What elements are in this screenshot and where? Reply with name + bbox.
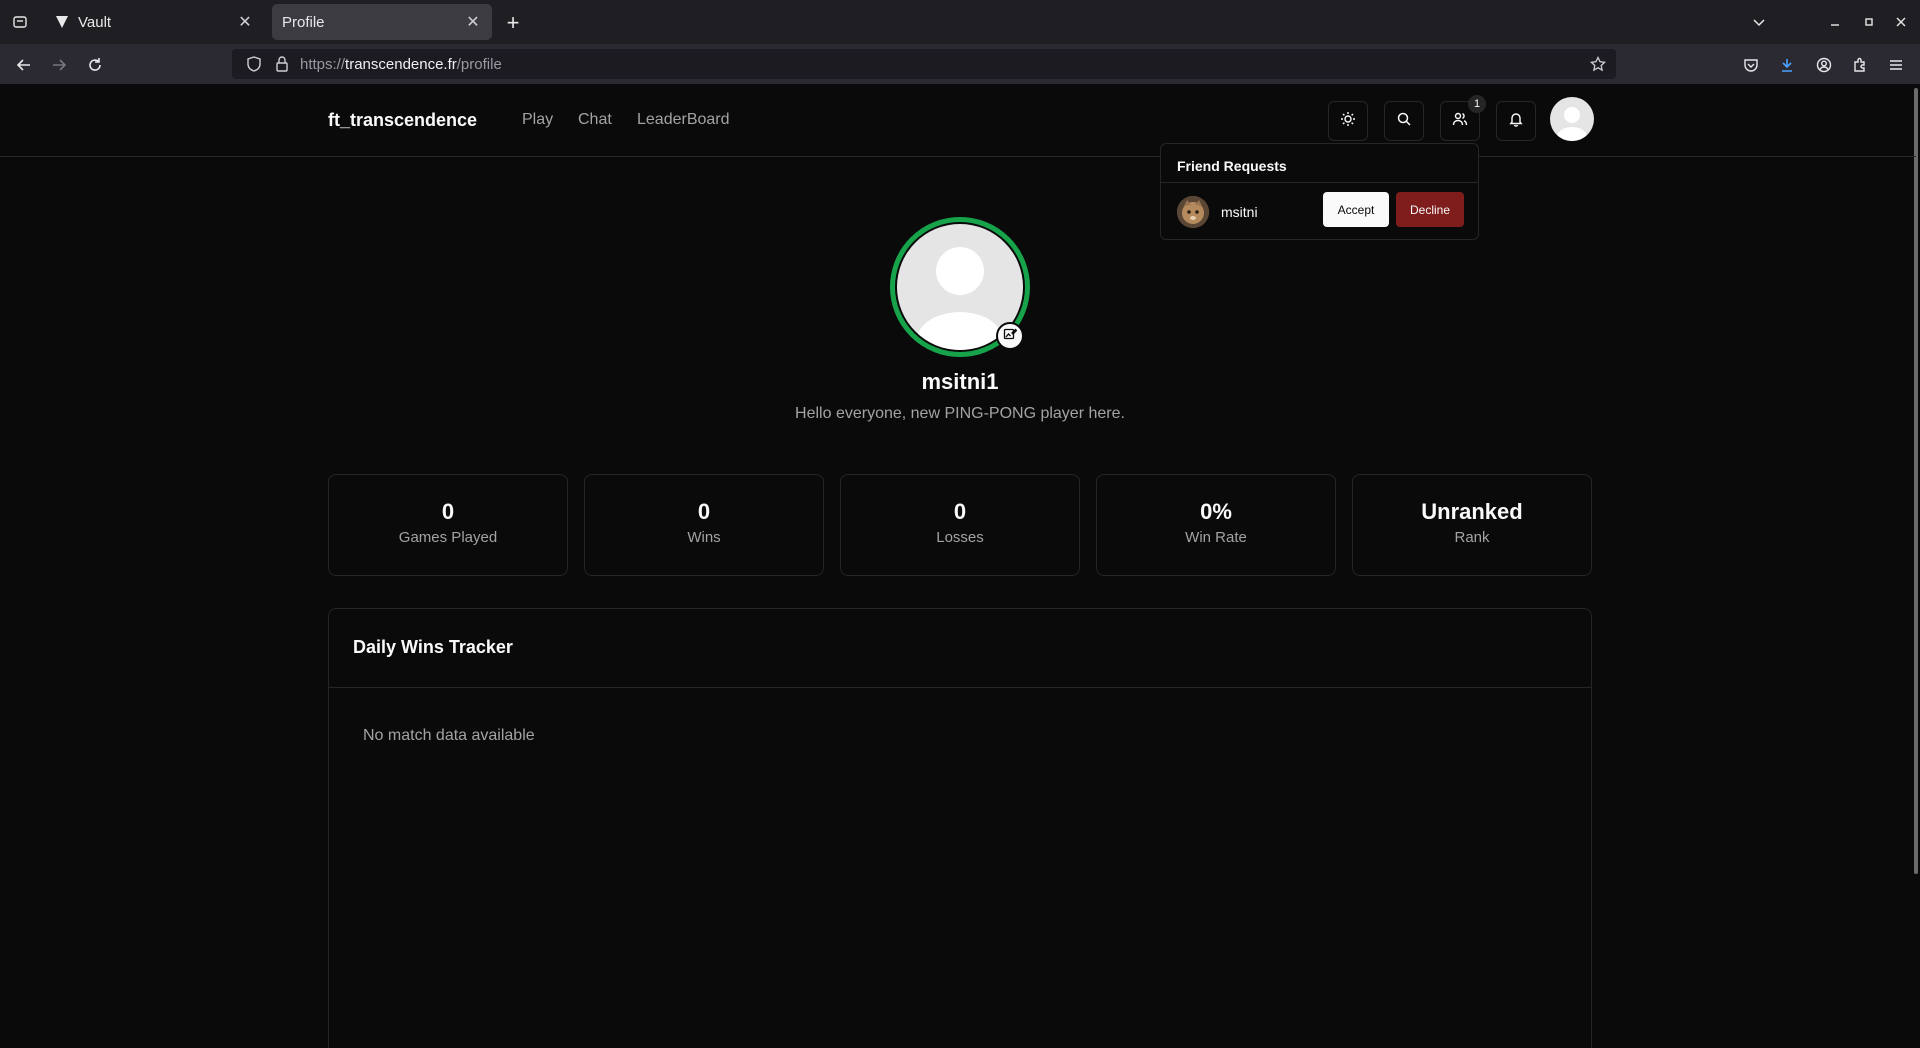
stat-card-rank: Unranked Rank: [1352, 474, 1592, 576]
browser-nav-bar: https://transcendence.fr/profile: [0, 44, 1920, 84]
shield-icon[interactable]: [244, 54, 264, 74]
avatar: [1177, 196, 1209, 228]
friend-requests-dropdown: Friend Requests msitni Accept Decline: [1160, 143, 1479, 240]
maximize-icon[interactable]: [1856, 10, 1882, 34]
stat-value: 0: [441, 499, 455, 524]
page-content: ft_transcendence Play Chat LeaderBoard 1: [0, 84, 1920, 1048]
tab-title: Profile: [282, 13, 325, 31]
browser-tab-vault[interactable]: Vault ✕: [44, 4, 264, 40]
profile-bio: Hello everyone, new PING-PONG player her…: [795, 405, 1125, 422]
brand-logo[interactable]: ft_transcendence: [328, 110, 477, 131]
url-path: /profile: [456, 55, 502, 73]
url-scheme: https://: [300, 55, 346, 73]
image-edit-icon: [1003, 327, 1018, 346]
new-tab-icon[interactable]: +: [500, 10, 526, 36]
search-icon: [1396, 111, 1412, 132]
users-icon: [1452, 111, 1468, 132]
stat-label: Win Rate: [1185, 529, 1247, 546]
nav-link-leaderboard[interactable]: LeaderBoard: [637, 111, 730, 129]
tab-list-icon[interactable]: [8, 10, 32, 34]
stat-label: Games Played: [398, 529, 498, 546]
bookmark-star-icon[interactable]: [1588, 54, 1608, 74]
nav-link-play[interactable]: Play: [522, 111, 553, 129]
stat-value: 0%: [1200, 499, 1232, 524]
account-icon[interactable]: [1811, 52, 1837, 78]
close-window-icon[interactable]: [1888, 10, 1914, 34]
edit-avatar-button[interactable]: [996, 322, 1024, 350]
bell-icon: [1508, 111, 1524, 132]
menu-icon[interactable]: [1883, 52, 1909, 78]
close-tab-icon[interactable]: ✕: [464, 13, 482, 31]
card-title: Daily Wins Tracker: [353, 637, 513, 657]
scrollbar[interactable]: [1914, 88, 1918, 874]
stat-label: Wins: [687, 529, 721, 546]
divider: [329, 687, 1591, 688]
minimize-icon[interactable]: [1822, 10, 1848, 34]
accept-button[interactable]: Accept: [1323, 192, 1389, 227]
divider: [1161, 182, 1478, 183]
friend-requests-button[interactable]: 1: [1440, 95, 1486, 141]
stat-card-losses: 0 Losses: [840, 474, 1080, 576]
stat-label: Rank: [1454, 529, 1490, 546]
sun-icon: [1340, 111, 1356, 132]
url-bar[interactable]: https://transcendence.fr/profile: [232, 49, 1616, 79]
search-button[interactable]: [1384, 101, 1424, 141]
requester-name: msitni: [1221, 204, 1258, 220]
user-avatar[interactable]: [1550, 97, 1594, 141]
close-tab-icon[interactable]: ✕: [236, 13, 254, 31]
notifications-button[interactable]: [1496, 101, 1536, 141]
extensions-icon[interactable]: [1847, 52, 1873, 78]
browser-tab-profile[interactable]: Profile ✕: [272, 4, 492, 40]
vault-favicon-icon: [54, 14, 70, 30]
profile-username: msitni1: [921, 369, 999, 394]
forward-icon[interactable]: [46, 52, 72, 78]
pocket-icon[interactable]: [1738, 52, 1764, 78]
stat-value: 0: [697, 499, 711, 524]
lock-icon[interactable]: [272, 54, 292, 74]
decline-button[interactable]: Decline: [1396, 192, 1464, 227]
stat-card-wins: 0 Wins: [584, 474, 824, 576]
url-host: transcendence.fr: [345, 55, 457, 73]
theme-toggle-button[interactable]: [1328, 101, 1368, 141]
stat-card-win-rate: 0% Win Rate: [1096, 474, 1336, 576]
chevron-down-icon[interactable]: [1746, 10, 1772, 34]
back-icon[interactable]: [11, 52, 37, 78]
site-header: ft_transcendence Play Chat LeaderBoard 1: [0, 84, 1916, 157]
browser-tab-bar: Vault ✕ Profile ✕ +: [0, 0, 1920, 44]
reload-icon[interactable]: [82, 52, 108, 78]
stat-value: Unranked: [1421, 499, 1523, 524]
empty-state-message: No match data available: [363, 727, 535, 744]
downloads-icon[interactable]: [1774, 52, 1800, 78]
stat-card-games-played: 0 Games Played: [328, 474, 568, 576]
stat-value: 0: [953, 499, 967, 524]
dropdown-title: Friend Requests: [1177, 158, 1287, 174]
notification-count-badge: 1: [1468, 95, 1486, 113]
daily-wins-tracker-card: Daily Wins Tracker No match data availab…: [328, 608, 1592, 1048]
stat-label: Losses: [936, 529, 984, 546]
nav-link-chat[interactable]: Chat: [578, 111, 612, 129]
tab-title: Vault: [78, 13, 112, 31]
